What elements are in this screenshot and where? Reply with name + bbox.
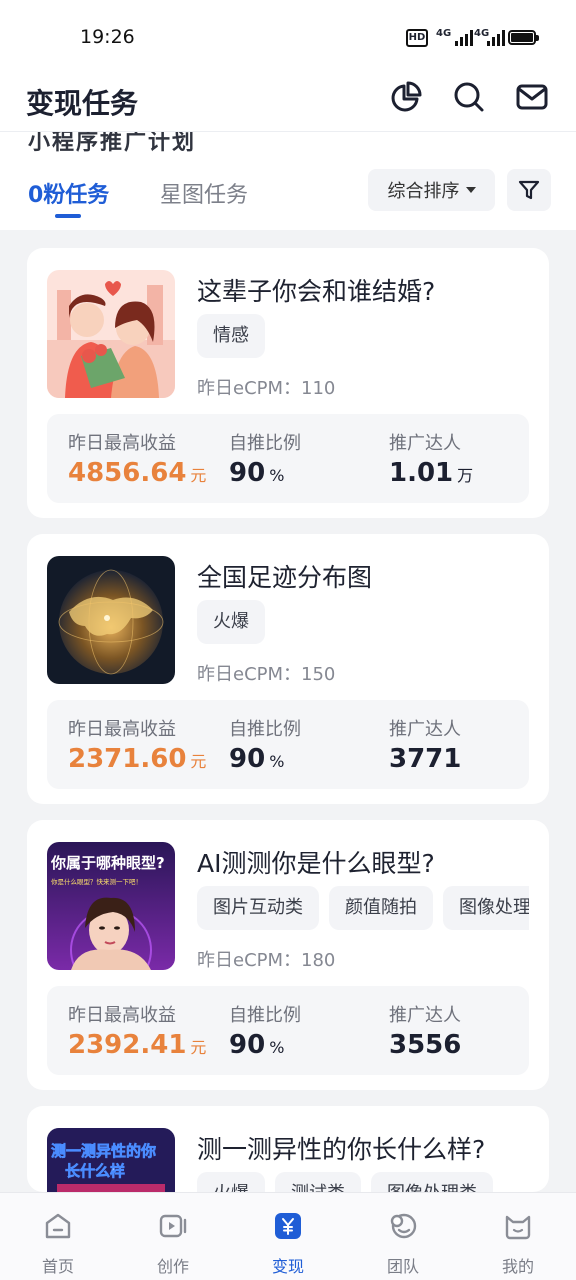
- ratio-value: 90%: [229, 1030, 285, 1060]
- ecpm-text: 昨日eCPM：110: [197, 378, 336, 399]
- max-income-value: 2371.60 元: [68, 744, 207, 774]
- pie-chart-icon[interactable]: [389, 80, 423, 114]
- stats-panel: 昨日最高收益 自推比例 推广达人 2371.60 元 90% 3771: [47, 700, 529, 789]
- tag-list: 图片互动类 颜值随拍 图像处理类: [197, 886, 529, 930]
- sort-dropdown[interactable]: 综合排序: [368, 169, 495, 211]
- tab-zero-fans[interactable]: 0粉任务: [28, 177, 109, 209]
- ratio-label: 自推比例: [229, 433, 301, 454]
- video-create-icon: [159, 1214, 187, 1238]
- app-header: 变现任务: [0, 76, 576, 132]
- promoters-value: 3771: [389, 744, 462, 774]
- promoters-value: 1.01 万: [389, 458, 474, 488]
- tag: 图像处理类: [371, 1172, 493, 1192]
- mail-icon[interactable]: [515, 80, 549, 114]
- home-icon: [45, 1213, 71, 1239]
- task-thumbnail: [47, 270, 175, 398]
- promoters-label: 推广达人: [389, 433, 461, 454]
- tag: 图像处理类: [443, 886, 529, 930]
- max-income-value: 2392.41 元: [68, 1030, 207, 1060]
- tag: 火爆: [197, 1172, 265, 1192]
- ratio-value: 90%: [229, 458, 285, 488]
- task-card[interactable]: 测一测异性的你 长什么样 测一测异性的你长什么样? 火爆 测试类 图像处理类: [27, 1106, 549, 1192]
- thumb-heading: 你属于哪种眼型?: [50, 854, 165, 872]
- ecpm-text: 昨日eCPM：180: [197, 950, 336, 971]
- thumb-subheading: 你是什么眼型？快来测一下吧！: [51, 877, 142, 886]
- signal-icon-1: [455, 30, 473, 46]
- tag: 情感: [197, 314, 265, 358]
- bottom-nav: 首页 创作 变现 团队 我的: [0, 1192, 576, 1280]
- tag: 颜值随拍: [329, 886, 433, 930]
- tag: 火爆: [197, 600, 265, 644]
- nav-monetize[interactable]: 变现: [238, 1193, 338, 1280]
- section-heading-partial: 小程序推广计划: [28, 132, 197, 155]
- nav-label: 我的: [501, 1257, 534, 1276]
- task-card[interactable]: 你属于哪种眼型? 你是什么眼型？快来测一下吧！ AI测测你是什么眼型? 图片互动…: [27, 820, 549, 1090]
- search-icon[interactable]: [452, 80, 486, 114]
- task-thumbnail: [47, 556, 175, 684]
- tag: 测试类: [275, 1172, 361, 1192]
- page-title: 变现任务: [26, 87, 139, 120]
- tag: 图片互动类: [197, 886, 319, 930]
- thumb-subheading: 长什么样: [65, 1162, 125, 1180]
- max-income-label: 昨日最高收益: [68, 719, 176, 740]
- nav-home[interactable]: 首页: [8, 1193, 108, 1280]
- signal-icon-2: [487, 30, 505, 46]
- ratio-label: 自推比例: [229, 1005, 301, 1026]
- nav-label: 首页: [41, 1257, 74, 1276]
- status-time: 19:26: [80, 26, 135, 48]
- stats-panel: 昨日最高收益 自推比例 推广达人 2392.41 元 90% 3556: [47, 986, 529, 1075]
- max-income-value: 4856.64 元: [68, 458, 207, 488]
- promoters-value: 3556: [389, 1030, 462, 1060]
- ratio-label: 自推比例: [229, 719, 301, 740]
- nav-label: 团队: [386, 1257, 419, 1276]
- ratio-value: 90%: [229, 744, 285, 774]
- nav-team[interactable]: 团队: [353, 1193, 453, 1280]
- tag-list: 情感: [197, 314, 265, 358]
- task-thumbnail: 你属于哪种眼型? 你是什么眼型？快来测一下吧！: [47, 842, 175, 970]
- task-title: AI测测你是什么眼型?: [197, 849, 435, 878]
- promoters-label: 推广达人: [389, 1005, 461, 1026]
- task-title: 这辈子你会和谁结婚?: [197, 277, 436, 306]
- caret-down-icon: [465, 187, 476, 193]
- tag-list: 火爆 测试类 图像处理类: [197, 1172, 529, 1192]
- battery-icon: [508, 30, 539, 45]
- nav-create[interactable]: 创作: [123, 1193, 223, 1280]
- task-title: 测一测异性的你长什么样?: [197, 1135, 486, 1164]
- task-thumbnail: 测一测异性的你 长什么样: [47, 1128, 175, 1192]
- hd-icon: HD: [406, 29, 428, 47]
- sort-label: 综合排序: [387, 181, 460, 202]
- tag-list: 火爆: [197, 600, 265, 644]
- filter-button[interactable]: [507, 169, 551, 211]
- network-type-1: 4G: [436, 28, 452, 39]
- tab-xingtu[interactable]: 星图任务: [160, 177, 248, 209]
- thumb-heading: 测一测异性的你: [51, 1142, 156, 1160]
- nav-profile[interactable]: 我的: [468, 1193, 568, 1280]
- monetize-yen-icon: [275, 1213, 301, 1239]
- promoters-label: 推广达人: [389, 719, 461, 740]
- task-title: 全国足迹分布图: [197, 563, 373, 592]
- max-income-label: 昨日最高收益: [68, 433, 176, 454]
- filter-icon: [518, 180, 540, 200]
- task-card[interactable]: 这辈子你会和谁结婚? 情感 昨日eCPM：110 昨日最高收益 自推比例 推广达…: [27, 248, 549, 518]
- max-income-label: 昨日最高收益: [68, 1005, 176, 1026]
- nav-label: 变现: [271, 1257, 304, 1276]
- profile-cat-icon: [505, 1215, 531, 1240]
- stats-panel: 昨日最高收益 自推比例 推广达人 4856.64 元 90% 1.01 万: [47, 414, 529, 503]
- tab-indicator: [55, 214, 81, 218]
- ecpm-text: 昨日eCPM：150: [197, 664, 336, 685]
- status-bar: 19:26 HD 4G 4G: [0, 0, 576, 76]
- team-chat-icon: [390, 1213, 417, 1239]
- task-card[interactable]: 全国足迹分布图 火爆 昨日eCPM：150 昨日最高收益 自推比例 推广达人 2…: [27, 534, 549, 804]
- nav-label: 创作: [156, 1257, 189, 1276]
- tab-header: 小程序推广计划 0粉任务 星图任务 综合排序: [0, 132, 576, 230]
